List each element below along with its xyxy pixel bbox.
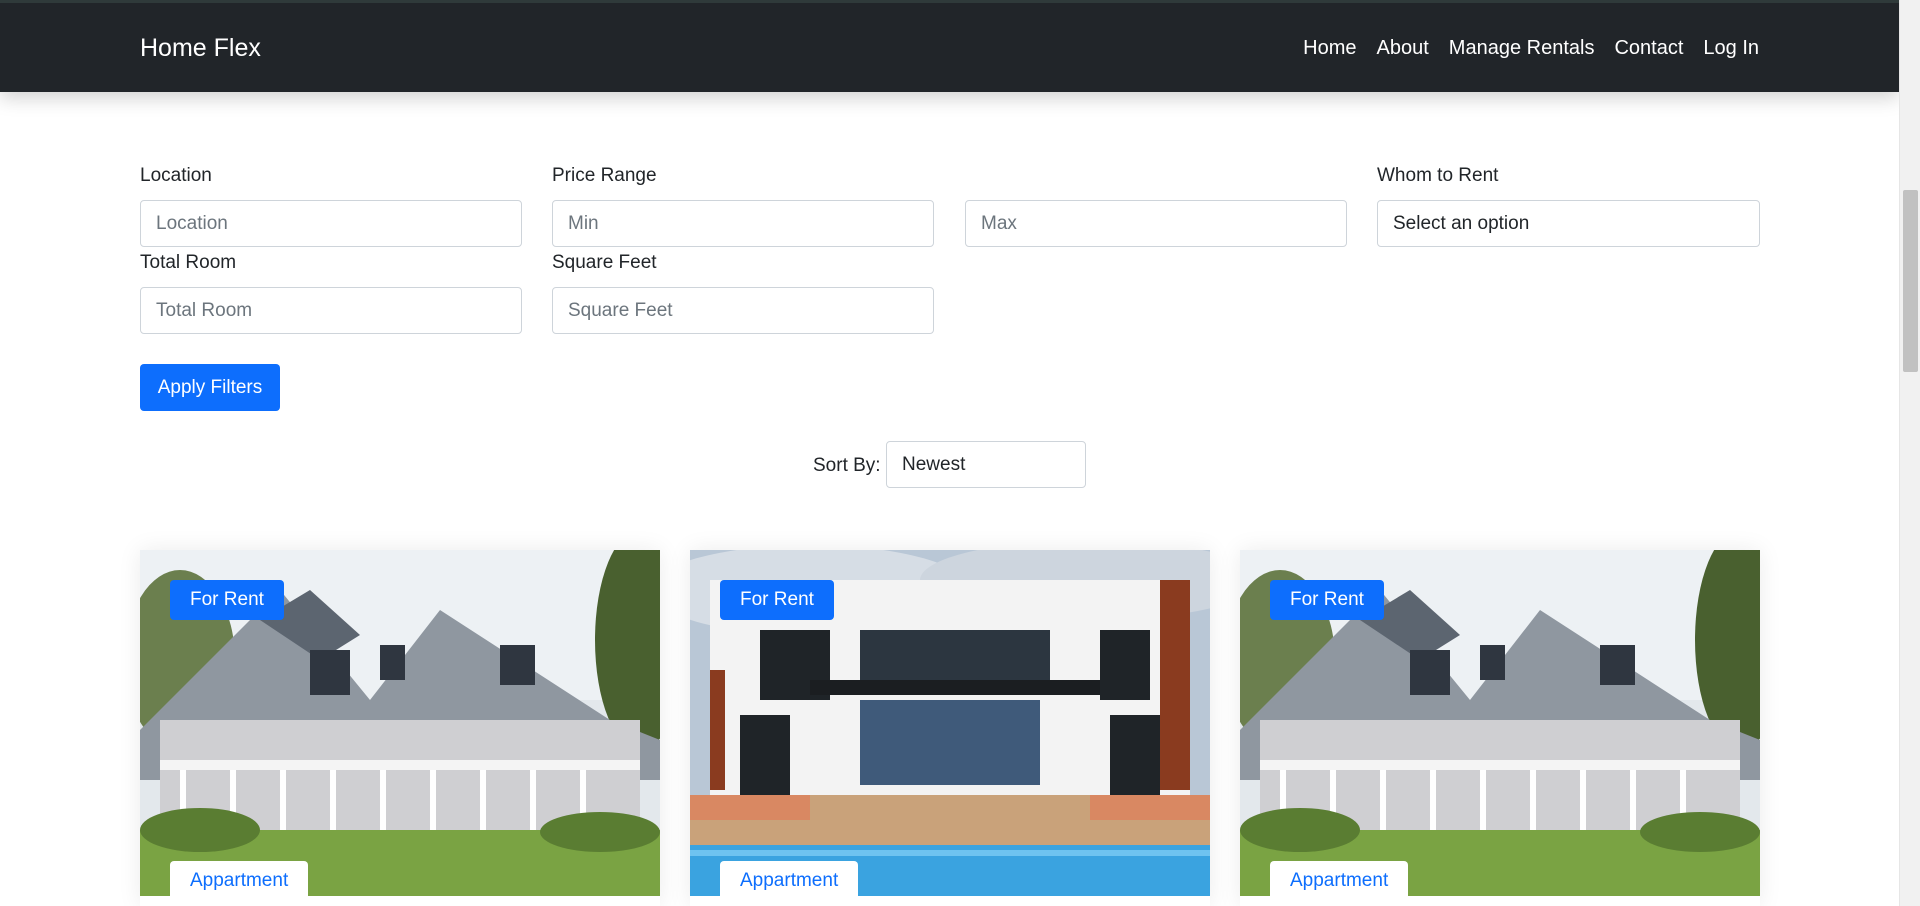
for-rent-badge: For Rent xyxy=(170,580,284,620)
nav-contact-link[interactable]: Contact xyxy=(1614,37,1683,60)
price-min-input[interactable] xyxy=(552,200,934,247)
whom-to-rent-value: Select an option xyxy=(1393,212,1530,234)
nav-about-link[interactable]: About xyxy=(1377,37,1429,60)
property-type-badge[interactable]: Appartment xyxy=(1270,861,1409,901)
nav-login-link[interactable]: Log In xyxy=(1703,37,1759,60)
nav-home-link[interactable]: Home xyxy=(1303,37,1356,60)
property-type-badge[interactable]: Appartment xyxy=(170,861,309,901)
for-rent-badge: For Rent xyxy=(720,580,834,620)
square-feet-label: Square Feet xyxy=(552,252,657,273)
price-max-input[interactable] xyxy=(965,200,1347,247)
property-type-badge[interactable]: Appartment xyxy=(720,861,859,901)
navbar: Home Flex Home About Manage Rentals Cont… xyxy=(0,0,1899,92)
scrollbar-thumb[interactable] xyxy=(1903,190,1918,372)
total-room-input[interactable] xyxy=(140,287,522,334)
square-feet-input[interactable] xyxy=(552,287,934,334)
whom-to-rent-label: Whom to Rent xyxy=(1377,165,1499,186)
price-range-label: Price Range xyxy=(552,165,657,186)
for-rent-badge: For Rent xyxy=(1270,580,1384,620)
location-label: Location xyxy=(140,165,212,186)
listing-card[interactable]: For Rent Appartment xyxy=(140,550,660,906)
total-room-label: Total Room xyxy=(140,252,237,273)
nav-manage-rentals-link[interactable]: Manage Rentals xyxy=(1449,37,1595,60)
whom-to-rent-select[interactable]: Select an option xyxy=(1377,200,1760,247)
listing-card[interactable]: For Rent Appartment xyxy=(1240,550,1760,906)
sort-value: Newest xyxy=(902,453,966,475)
sort-select[interactable]: Newest xyxy=(886,441,1086,488)
apply-filters-button[interactable]: Apply Filters xyxy=(140,364,280,411)
nav-links: Home About Manage Rentals Contact Log In xyxy=(1303,37,1759,60)
page-scrollbar[interactable] xyxy=(1899,0,1920,906)
sort-by-label: Sort By: xyxy=(813,455,881,476)
brand-logo[interactable]: Home Flex xyxy=(140,34,261,63)
listing-card[interactable]: For Rent Appartment xyxy=(690,550,1210,906)
location-input[interactable] xyxy=(140,200,522,247)
